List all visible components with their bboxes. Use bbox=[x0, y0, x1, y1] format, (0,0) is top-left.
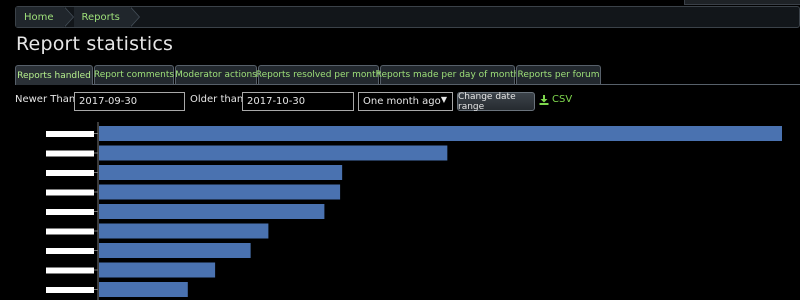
tab-label: Reports handled bbox=[17, 70, 91, 81]
tab-reports-per-forum[interactable]: Reports per forum bbox=[516, 65, 601, 84]
chart-bar[interactable] bbox=[99, 223, 269, 239]
chart-bar[interactable] bbox=[99, 282, 188, 297]
date-filter-row: Newer Than: Older than: One month ago ▼ … bbox=[15, 91, 800, 112]
breadcrumb-reports-label: Reports bbox=[81, 11, 120, 23]
breadcrumb-separator-fill bbox=[129, 7, 139, 27]
change-date-range-label: Change date range bbox=[458, 91, 516, 112]
breadcrumb-home-label: Home bbox=[24, 11, 54, 23]
redacted-category-label bbox=[46, 228, 94, 235]
tab-label: Reports resolved per month bbox=[255, 70, 382, 80]
page-title: Report statistics bbox=[16, 33, 174, 55]
chart-bar[interactable] bbox=[99, 126, 782, 141]
chart-bar[interactable] bbox=[99, 262, 216, 278]
tab-report-comments[interactable]: Report comments bbox=[94, 65, 174, 84]
breadcrumb-reports[interactable]: Reports bbox=[73, 7, 140, 27]
redacted-category-label bbox=[46, 287, 94, 293]
tab-label: Reports made per day of month bbox=[375, 70, 520, 80]
csv-label: CSV bbox=[552, 94, 573, 105]
redacted-category-label bbox=[46, 150, 94, 157]
tab-reports-resolved-per-month[interactable]: Reports resolved per month bbox=[255, 65, 382, 84]
older-than-input[interactable] bbox=[242, 92, 354, 111]
redacted-category-label bbox=[46, 267, 94, 274]
tab-reports-handled[interactable]: Reports handled bbox=[15, 65, 93, 85]
breadcrumb-home[interactable]: Home bbox=[16, 7, 74, 27]
change-date-range-button[interactable]: Change date range bbox=[457, 91, 535, 112]
tab-label: Reports per forum bbox=[517, 70, 600, 80]
reports-handled-chart bbox=[46, 122, 782, 300]
download-icon bbox=[539, 94, 549, 105]
newer-than-label: Newer Than: bbox=[15, 94, 79, 105]
older-than-label: Older than: bbox=[190, 94, 247, 105]
redacted-category-label bbox=[46, 209, 94, 215]
dropdown-caret-icon: ▼ bbox=[440, 95, 447, 104]
top-right-control-fragment bbox=[684, 0, 800, 5]
tab-moderator-actions[interactable]: Moderator actions bbox=[175, 65, 257, 84]
breadcrumb-separator-fill bbox=[63, 7, 73, 27]
redacted-category-label bbox=[46, 248, 94, 254]
chart-bar[interactable] bbox=[99, 165, 343, 180]
date-range-select[interactable]: One month ago ▼ bbox=[358, 92, 453, 111]
report-tabs: Reports handled Report comments Moderato… bbox=[15, 65, 800, 85]
redacted-category-label bbox=[46, 170, 94, 176]
redacted-category-label bbox=[46, 131, 94, 137]
chart-bar[interactable] bbox=[99, 243, 251, 258]
breadcrumb: Home Reports bbox=[15, 6, 800, 28]
tab-reports-made-per-day-of-month[interactable]: Reports made per day of month bbox=[376, 65, 519, 84]
newer-than-input[interactable] bbox=[74, 92, 185, 111]
chart-bar[interactable] bbox=[99, 204, 325, 219]
tab-label: Report comments bbox=[93, 70, 175, 80]
tab-label: Moderator actions bbox=[175, 70, 257, 80]
date-range-selected: One month ago bbox=[363, 96, 441, 107]
chart-bar[interactable] bbox=[99, 145, 448, 161]
redacted-category-label bbox=[46, 189, 94, 196]
csv-download-link[interactable]: CSV bbox=[539, 94, 572, 105]
chart-bar[interactable] bbox=[99, 184, 341, 200]
